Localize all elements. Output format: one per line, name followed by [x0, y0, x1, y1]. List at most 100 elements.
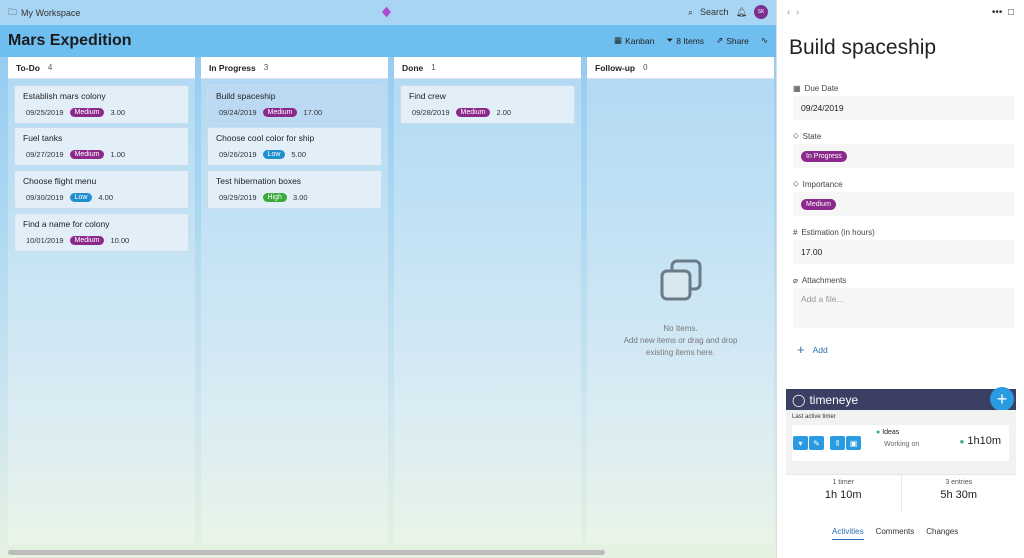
card-date: 09/28/2019 [412, 108, 450, 117]
share-button[interactable]: ⇗ Share [716, 35, 749, 46]
due-date-field[interactable]: 09/24/2019 [793, 96, 1014, 120]
add-button[interactable]: + Add [797, 342, 1024, 357]
card[interactable]: Find a name for colony 10/01/2019 Medium 1… [14, 213, 189, 252]
card[interactable]: Choose flight menu 09/30/2019 Low 4.00 [14, 170, 189, 209]
card[interactable]: Choose cool color for ship 09/26/2019 Low… [207, 127, 382, 166]
more-icon[interactable]: ••• □ [992, 7, 1014, 18]
card[interactable]: Test hibernation boxes 09/29/2019 High 3.0… [207, 170, 382, 209]
add-label: Add [812, 344, 828, 355]
detail-tabs: Activities Comments Changes [832, 527, 958, 540]
timer-text: 1h10m [967, 435, 1001, 447]
due-date-label-text: Due Date [804, 83, 839, 93]
paperclip-icon: ⌀ [793, 275, 798, 285]
column-title: In Progress [209, 62, 256, 73]
items-label: 8 Items [676, 35, 705, 46]
column-in-progress: In Progress 3 Build spaceship 09/24/2019 M… [201, 57, 388, 545]
detail-title[interactable]: Build spaceship [789, 36, 1024, 68]
importance-badge: Medium [69, 236, 105, 245]
timer-value: ● 1h10m [959, 435, 1001, 447]
tab-changes[interactable]: Changes [926, 527, 958, 540]
due-date-label: ▦ Due Date [793, 80, 1014, 96]
tab-comments[interactable]: Comments [876, 527, 915, 540]
estimation-field[interactable]: 17.00 [793, 240, 1014, 264]
workspace-link[interactable]: 🗀 My Workspace [8, 5, 80, 21]
entries-stat: 3 entries 5h 30m [902, 475, 1017, 512]
state-label: State [802, 131, 822, 141]
app-logo-icon [382, 6, 391, 18]
card-title: Test hibernation boxes [216, 176, 302, 186]
empty-line: existing items here. [646, 348, 715, 357]
empty-items-icon [660, 259, 702, 301]
card-hours: 17.00 [303, 108, 323, 117]
tab-activities[interactable]: Activities [832, 527, 864, 540]
bell-icon[interactable]: 🔔︎ [736, 7, 747, 18]
timer-card: ▾ ✎ ‖ ▣ ● Ideas Working on ● 1h10m [792, 425, 1009, 461]
column-done: Done 1 Find crew 09/28/2019 Medium 2.00 [394, 57, 581, 545]
avatar[interactable]: SK [754, 5, 768, 19]
column-todo: To-Do 4 Establish mars colony 09/25/2019 M… [8, 57, 195, 545]
tag-icon: ⬦ [793, 179, 799, 188]
card-hours: 5.00 [291, 150, 306, 159]
filter-icon: ⏷ [666, 35, 674, 45]
card-title: Choose cool color for ship [216, 133, 315, 143]
top-bar: 🗀 My Workspace ⌕ Search 🔔︎ SK [0, 0, 776, 25]
page-title: Mars Expedition [8, 32, 132, 49]
card-hours: 3.00 [292, 193, 308, 202]
timeneye-widget: ◯ timeneye + Last active timer ▾ ✎ ‖ ▣ ● … [786, 387, 1017, 515]
card[interactable]: Fuel tanks 09/27/2019 Medium 1.00 [14, 127, 189, 166]
attachments-label: Attachments [801, 275, 847, 285]
stat-value: 1h 10m [824, 489, 862, 501]
importance-badge: Medium [801, 198, 836, 210]
empty-line: No Items. [663, 324, 698, 333]
filter-button[interactable]: ⏷ 8 Items [666, 35, 704, 46]
card-title: Build spaceship [216, 91, 276, 101]
timeneye-logo-icon: ◯ [792, 392, 806, 407]
card[interactable]: Find crew 09/28/2019 Medium 2.00 [400, 85, 575, 124]
card-title: Fuel tanks [23, 133, 63, 143]
timers-stat: 1 timer 1h 10m [786, 475, 902, 512]
task-name: Working on [884, 441, 920, 448]
column-count: 1 [431, 63, 436, 72]
activity-button[interactable]: ∿ [761, 35, 768, 46]
attachments-field[interactable]: Add a file... [793, 288, 1014, 328]
column-follow-up: Follow-up 0 No Items. Add new items or dr… [587, 57, 774, 545]
column-title: Done [402, 62, 424, 73]
kanban-button[interactable]: ▦ Kanban [614, 35, 654, 46]
calendar-icon: ▦ [793, 83, 801, 93]
search-icon[interactable]: ⌕ [688, 7, 693, 18]
column-count: 0 [643, 63, 648, 72]
card-title: Choose flight menu [23, 176, 97, 186]
card-date: 09/26/2019 [219, 150, 257, 159]
card-hours: 4.00 [98, 193, 113, 202]
importance-field[interactable]: Medium [793, 192, 1014, 216]
nav-arrows[interactable]: ‹ › [787, 7, 799, 18]
empty-message: No Items. Add new items or drag and drop… [587, 323, 774, 359]
horizontal-scrollbar[interactable] [8, 550, 605, 555]
card-selected[interactable]: Build spaceship 09/24/2019 Medium 17.00 [207, 85, 382, 124]
importance-badge: Medium [69, 108, 105, 117]
card-date: 09/25/2019 [26, 108, 64, 117]
edit-icon[interactable]: ✎ [809, 436, 824, 450]
share-label: Share [726, 35, 749, 46]
project-name: ● Ideas [876, 429, 900, 436]
save-icon[interactable]: ▣ [846, 436, 861, 450]
card-date: 10/01/2019 [26, 236, 64, 245]
timeneye-brand: timeneye [809, 392, 859, 407]
card-hours: 1.00 [110, 150, 126, 159]
last-active-label: Last active timer [792, 414, 836, 420]
board-area: 🗀 My Workspace ⌕ Search 🔔︎ SK Mars Exped… [0, 0, 776, 558]
card-hours: 2.00 [496, 108, 512, 117]
detail-panel: ‹ › ••• □ Build spaceship ▦ Due Date 09/2… [776, 0, 1024, 558]
empty-line: Add new items or drag and drop [623, 336, 738, 345]
dropdown-icon[interactable]: ▾ [793, 436, 808, 450]
card-date: 09/24/2019 [219, 108, 257, 117]
state-field[interactable]: In Progress [793, 144, 1014, 168]
search-label[interactable]: Search [700, 7, 729, 17]
card[interactable]: Establish mars colony 09/25/2019 Medium 3.… [14, 85, 189, 124]
column-title: Follow-up [595, 62, 636, 73]
add-timer-button[interactable]: + [990, 387, 1014, 411]
importance-badge: Medium [69, 150, 105, 159]
kanban-icon: ▦ [614, 35, 623, 45]
pause-icon[interactable]: ‖ [830, 436, 845, 450]
card-date: 09/29/2019 [219, 193, 257, 202]
